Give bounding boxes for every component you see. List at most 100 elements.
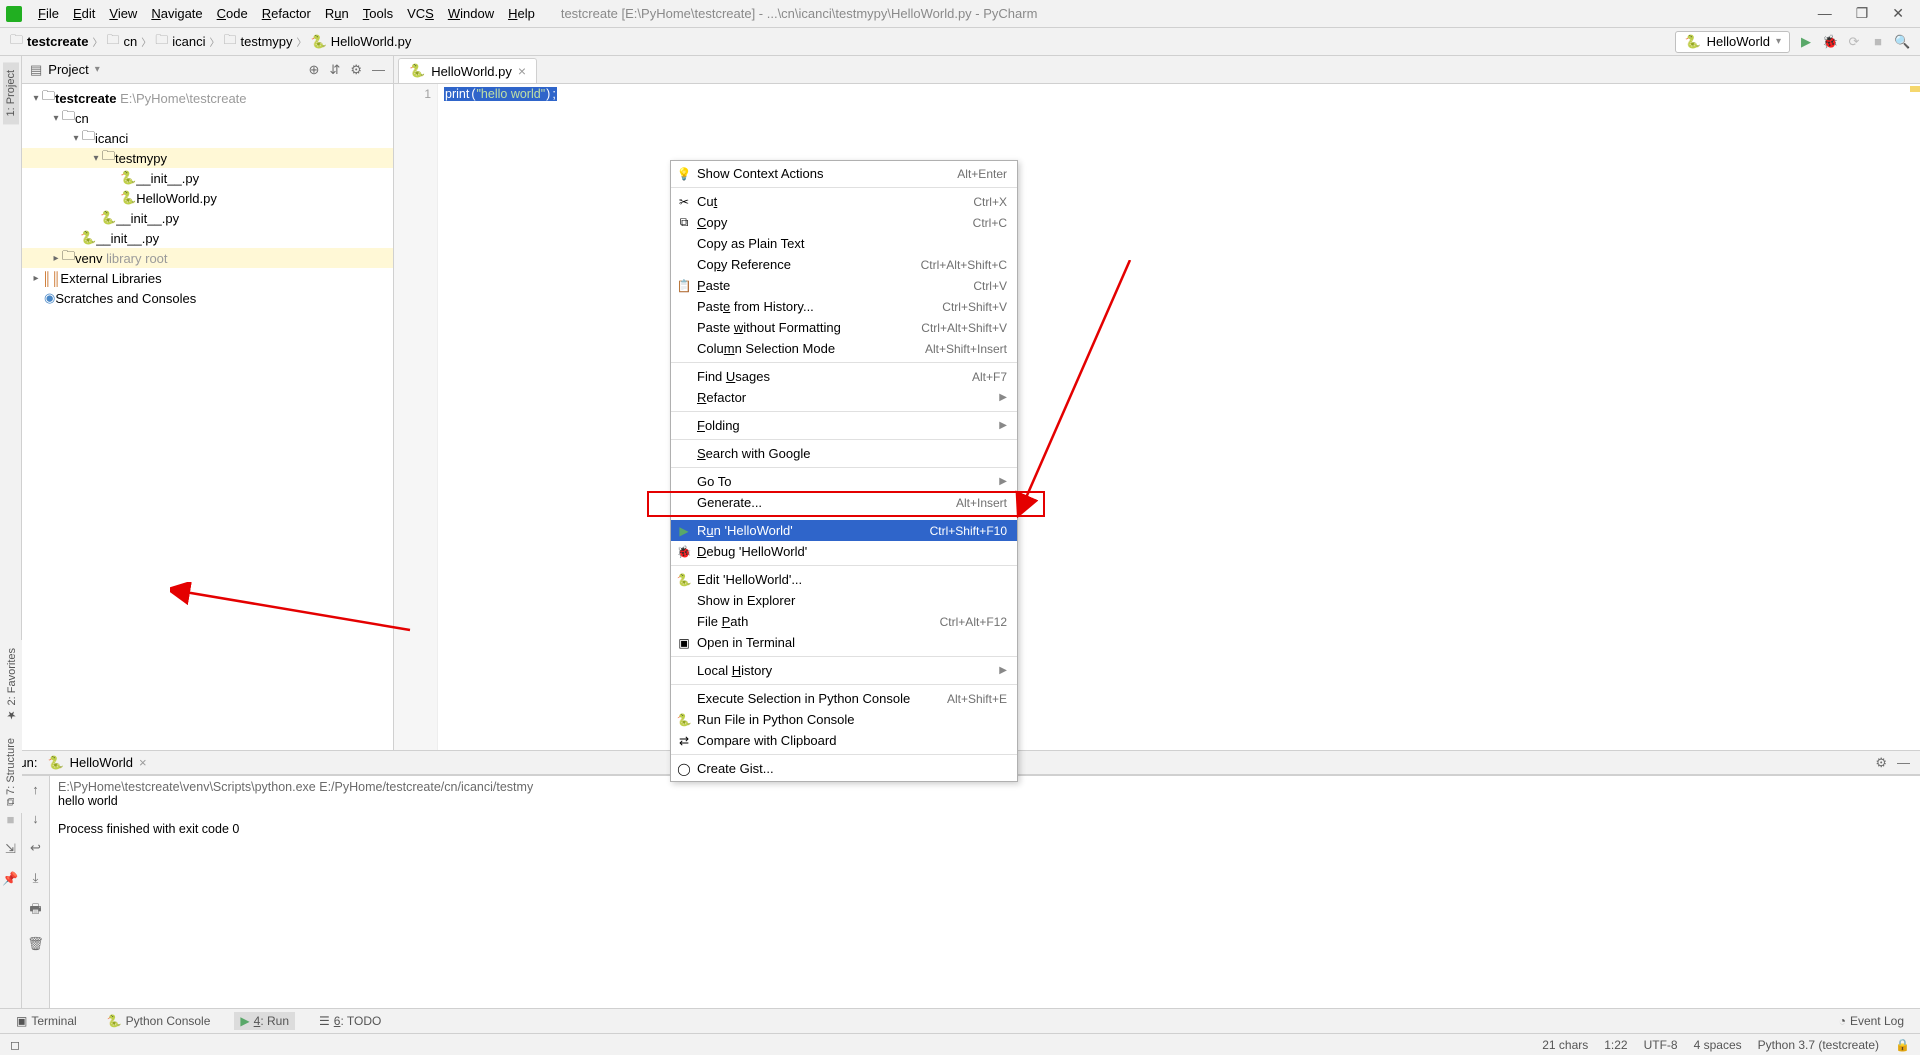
crumb-icanci[interactable]: 🗀icanci [155, 31, 205, 53]
menu-file[interactable]: File [32, 4, 65, 23]
editor-tab[interactable]: 🐍 HelloWorld.py × [398, 58, 537, 83]
editor-body[interactable]: 1 print("hello world"); [394, 84, 1920, 750]
settings-icon[interactable]: ⚙ [350, 62, 362, 78]
tree-init2[interactable]: 🐍 __init__.py [22, 208, 393, 228]
tree-testmypy[interactable]: ▾🗀 testmypy [22, 148, 393, 168]
tab-terminal[interactable]: ▣Terminal [10, 1012, 83, 1030]
stop-icon[interactable]: ■ [7, 812, 15, 827]
context-menu-find_usages[interactable]: Find UsagesAlt+F7 [671, 366, 1017, 387]
context-menu-refactor[interactable]: Refactor▶ [671, 387, 1017, 408]
side-tab-favorites[interactable]: ★ 2: Favorites [3, 640, 20, 730]
close-icon[interactable]: × [139, 755, 147, 770]
context-menu-column[interactable]: Column Selection ModeAlt+Shift+Insert [671, 338, 1017, 359]
debug-button[interactable]: 🐞 [1822, 34, 1838, 50]
project-pane-title[interactable]: Project [48, 62, 88, 77]
lock-icon[interactable]: 🔒 [1895, 1038, 1910, 1052]
tree-scratches[interactable]: ◉ Scratches and Consoles [22, 288, 393, 308]
tree-hello[interactable]: 🐍 HelloWorld.py [22, 188, 393, 208]
tree-init1[interactable]: 🐍 __init__.py [22, 168, 393, 188]
context-menu-show_ctx[interactable]: 💡Show Context ActionsAlt+Enter [671, 163, 1017, 184]
context-menu-copy_ref[interactable]: Copy ReferenceCtrl+Alt+Shift+C [671, 254, 1017, 275]
maximize-button[interactable]: ❐ [1856, 5, 1869, 22]
menu-code[interactable]: Code [211, 4, 254, 23]
context-menu-cut[interactable]: ✂CutCtrl+X [671, 191, 1017, 212]
crumb-testmypy[interactable]: 🗀testmypy [223, 31, 292, 53]
stop-button[interactable]: ■ [1870, 34, 1886, 49]
run-config-selector[interactable]: 🐍 HelloWorld ▾ [1675, 31, 1790, 53]
menu-vcs[interactable]: VCS [401, 4, 440, 23]
tree-venv[interactable]: ▸🗀 venv library root [22, 248, 393, 268]
hide-icon[interactable]: — [372, 62, 385, 78]
context-menu-open_term[interactable]: ▣Open in Terminal [671, 632, 1017, 653]
down-icon[interactable]: ↓ [32, 811, 39, 826]
context-menu-folding[interactable]: Folding▶ [671, 415, 1017, 436]
context-menu-local_hist[interactable]: Local History▶ [671, 660, 1017, 681]
tab-event-log[interactable]: ◔Event Log [1833, 1012, 1910, 1030]
context-menu-paste_hist[interactable]: Paste from History...Ctrl+Shift+V [671, 296, 1017, 317]
context-menu-run[interactable]: ▶Run 'HelloWorld'Ctrl+Shift+F10 [671, 520, 1017, 541]
menu-window[interactable]: Window [442, 4, 500, 23]
crumb-file[interactable]: 🐍HelloWorld.py [311, 34, 412, 50]
status-indent[interactable]: 4 spaces [1694, 1038, 1742, 1052]
context-menu-run_file_console[interactable]: 🐍Run File in Python Console [671, 709, 1017, 730]
menu-edit[interactable]: Edit [67, 4, 101, 23]
context-menu-file_path[interactable]: File PathCtrl+Alt+F12 [671, 611, 1017, 632]
context-menu-search_google[interactable]: Search with Google [671, 443, 1017, 464]
locate-icon[interactable]: ⊕ [309, 62, 320, 78]
menu-run[interactable]: Run [319, 4, 355, 23]
context-menu-compare_clip[interactable]: ⇄Compare with Clipboard [671, 730, 1017, 751]
context-menu-exec_console[interactable]: Execute Selection in Python ConsoleAlt+S… [671, 688, 1017, 709]
tree-init3[interactable]: 🐍 __init__.py [22, 228, 393, 248]
layout-icon[interactable]: ⇲ [5, 841, 16, 857]
context-menu-copy_plain[interactable]: Copy as Plain Text [671, 233, 1017, 254]
search-everywhere-button[interactable]: 🔍 [1894, 34, 1910, 50]
up-icon[interactable]: ↑ [32, 782, 39, 797]
tab-run[interactable]: ▶4: Run [234, 1012, 295, 1030]
status-encoding[interactable]: UTF-8 [1644, 1038, 1678, 1052]
chevron-down-icon[interactable]: ▾ [95, 64, 100, 75]
close-button[interactable]: ✕ [1892, 5, 1904, 22]
context-menu-paste[interactable]: 📋PasteCtrl+V [671, 275, 1017, 296]
tab-python-console[interactable]: 🐍Python Console [101, 1012, 217, 1030]
close-tab-icon[interactable]: × [518, 63, 526, 79]
tab-todo[interactable]: ☰6: TODO [313, 1012, 387, 1030]
context-menu-goto[interactable]: Go To▶ [671, 471, 1017, 492]
tree-extlib[interactable]: ▸║║ External Libraries [22, 268, 393, 288]
context-menu-copy[interactable]: ⧉CopyCtrl+C [671, 212, 1017, 233]
context-menu-gist[interactable]: ◯Create Gist... [671, 758, 1017, 779]
hide-icon[interactable]: — [1897, 755, 1910, 771]
context-menu-debug[interactable]: 🐞Debug 'HelloWorld' [671, 541, 1017, 562]
context-menu-edit_cfg[interactable]: 🐍Edit 'HelloWorld'... [671, 569, 1017, 590]
crumb-root[interactable]: 🗀testcreate [10, 31, 88, 53]
run-with-coverage-button[interactable]: ⟳ [1846, 34, 1862, 50]
code-content[interactable]: print("hello world"); [438, 84, 563, 750]
status-icon[interactable]: ◻ [10, 1038, 20, 1052]
run-config-tab[interactable]: 🐍 HelloWorld × [47, 755, 146, 771]
settings-icon[interactable]: ⚙ [1875, 755, 1887, 771]
context-menu-generate[interactable]: Generate...Alt+Insert [671, 492, 1017, 513]
crumb-cn[interactable]: 🗀cn [106, 31, 137, 53]
menu-refactor[interactable]: Refactor [256, 4, 317, 23]
context-menu-paste_nofmt[interactable]: Paste without FormattingCtrl+Alt+Shift+V [671, 317, 1017, 338]
context-menu-show_explorer[interactable]: Show in Explorer [671, 590, 1017, 611]
side-tab-structure[interactable]: ⧉ 7: Structure [3, 730, 19, 814]
side-tab-project[interactable]: 1: Project [3, 62, 19, 124]
console-output[interactable]: E:\PyHome\testcreate\venv\Scripts\python… [50, 776, 1920, 1008]
menu-navigate[interactable]: Navigate [145, 4, 208, 23]
menu-view[interactable]: View [103, 4, 143, 23]
project-tree[interactable]: ▾🗀 testcreate E:\PyHome\testcreate ▾🗀 cn… [22, 84, 393, 750]
clear-icon[interactable]: 🗑 [27, 936, 44, 952]
expand-all-icon[interactable]: ⇵ [329, 62, 340, 78]
print-icon[interactable]: 🖶 [29, 900, 41, 922]
scroll-end-icon[interactable]: ⤓ [33, 870, 39, 886]
warning-marker[interactable] [1910, 86, 1920, 92]
run-button[interactable]: ▶ [1798, 34, 1814, 50]
error-stripe[interactable] [1908, 84, 1920, 750]
menu-help[interactable]: Help [502, 4, 541, 23]
status-interpreter[interactable]: Python 3.7 (testcreate) [1758, 1038, 1879, 1052]
softwrap-icon[interactable]: ↩ [30, 840, 41, 856]
pin-icon[interactable]: 📌 [2, 871, 18, 887]
minimize-button[interactable]: — [1818, 5, 1832, 22]
status-position[interactable]: 1:22 [1604, 1038, 1627, 1052]
menu-tools[interactable]: Tools [357, 4, 399, 23]
